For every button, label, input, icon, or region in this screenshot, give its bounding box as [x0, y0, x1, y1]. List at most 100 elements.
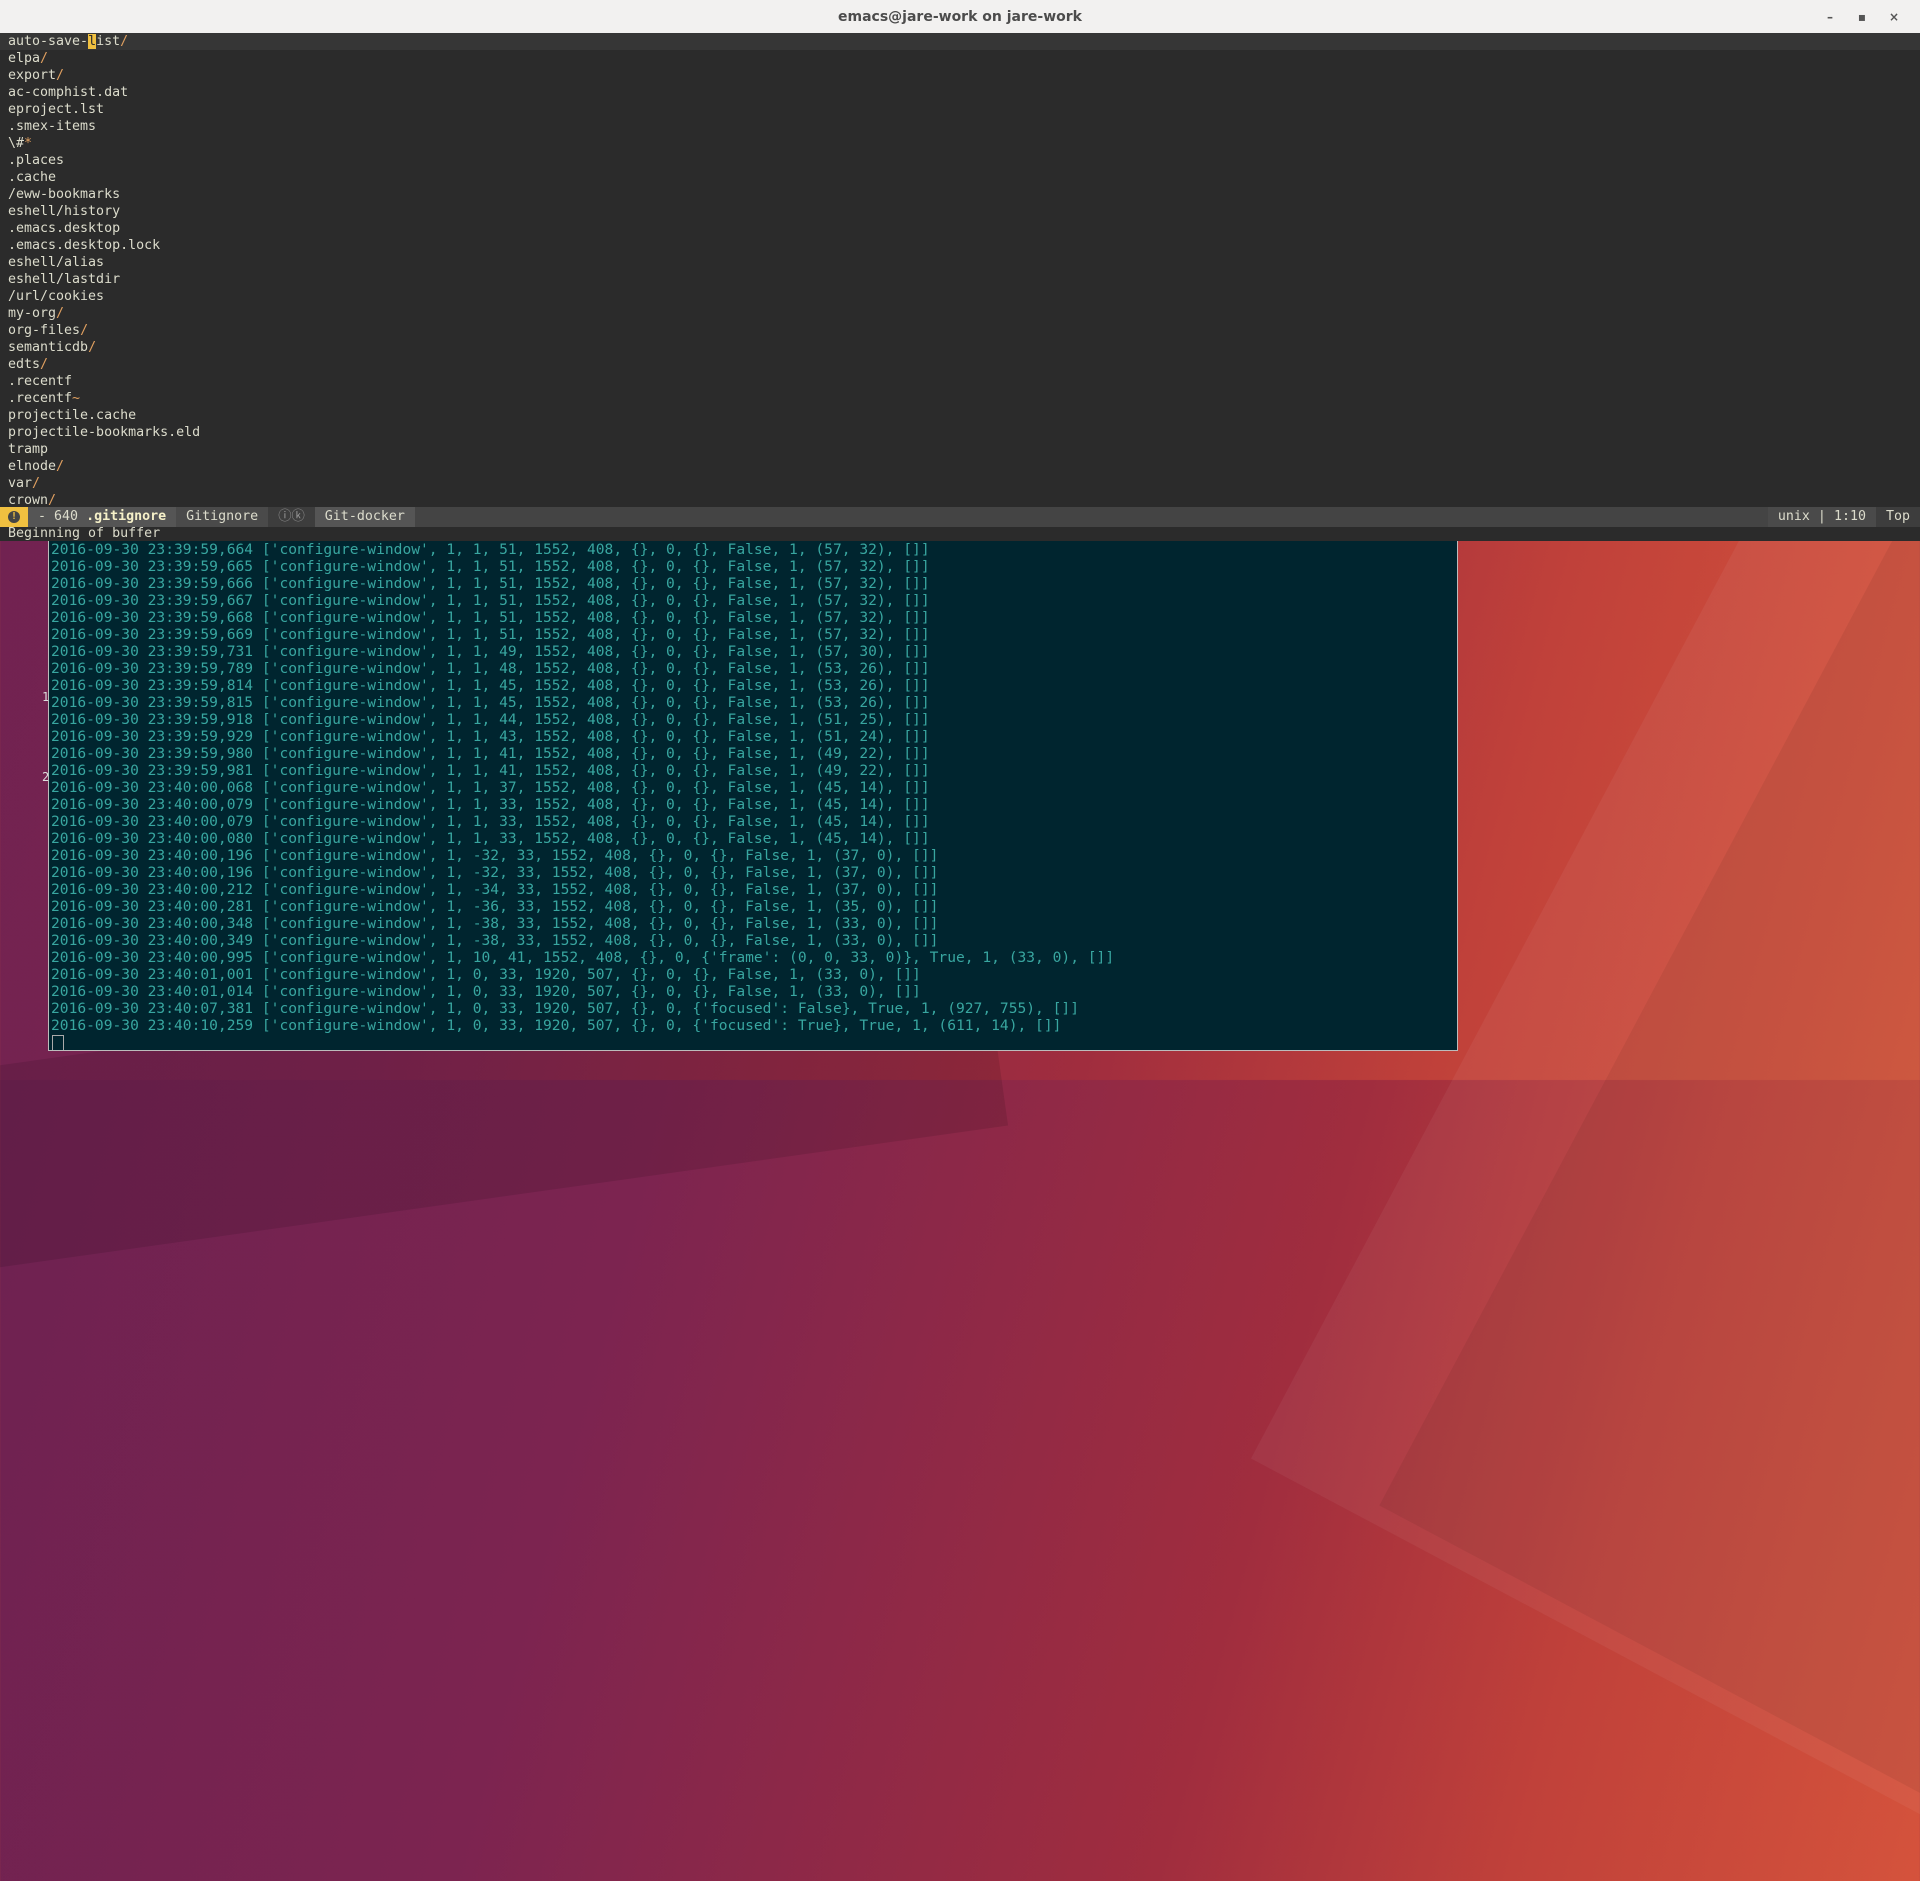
buffer-name: .gitignore	[86, 509, 167, 524]
file-name: export	[8, 68, 57, 83]
maximize-button[interactable]: ▪	[1846, 10, 1878, 24]
file-list-line[interactable]: projectile.cache	[0, 407, 1920, 424]
terminal-log-line: 2016-09-30 23:40:00,080 ['configure-wind…	[51, 830, 930, 847]
file-list-line[interactable]: export/	[0, 67, 1920, 84]
file-list-line[interactable]: .emacs.desktop.lock	[0, 237, 1920, 254]
file-suffix: /	[40, 357, 49, 372]
file-list-line[interactable]: my-org/	[0, 305, 1920, 322]
file-list-line[interactable]: /url/cookies	[0, 288, 1920, 305]
encoding-and-position: unix | 1:10	[1767, 507, 1876, 527]
terminal-log-line: 2016-09-30 23:40:00,281 ['configure-wind…	[51, 898, 939, 915]
file-list-line[interactable]: org-files/	[0, 322, 1920, 339]
file-suffix: /	[32, 476, 41, 491]
terminal-log-line: 2016-09-30 23:40:00,068 ['configure-wind…	[51, 779, 930, 796]
minimize-button[interactable]: –	[1814, 10, 1846, 24]
file-list-line[interactable]: var/	[0, 475, 1920, 492]
file-name: \#	[8, 136, 25, 151]
window-title: emacs@jare-work on jare-work	[838, 8, 1082, 25]
terminal-log-line: 2016-09-30 23:39:59,918 ['configure-wind…	[51, 711, 930, 728]
terminal-log-line: 2016-09-30 23:39:59,666 ['configure-wind…	[51, 575, 930, 592]
terminal-log-line: 2016-09-30 23:39:59,981 ['configure-wind…	[51, 762, 930, 779]
file-name: semanticdb	[8, 340, 89, 355]
terminal-log-line: 2016-09-30 23:39:59,669 ['configure-wind…	[51, 626, 930, 643]
file-suffix: /	[80, 323, 89, 338]
file-name: eproject.lst	[8, 102, 105, 117]
terminal-prompt-line[interactable]	[49, 1034, 1457, 1050]
file-list-line[interactable]: elpa/	[0, 50, 1920, 67]
file-suffix: /	[56, 306, 65, 321]
file-list-line[interactable]: eproject.lst	[0, 101, 1920, 118]
terminal-log-line: 2016-09-30 23:39:59,929 ['configure-wind…	[51, 728, 930, 745]
file-name: my-org	[8, 306, 57, 321]
file-name: .cache	[8, 170, 57, 185]
terminal-log-line: 2016-09-30 23:40:00,212 ['configure-wind…	[51, 881, 939, 898]
file-list-line[interactable]: eshell/history	[0, 203, 1920, 220]
terminal-log-line: 2016-09-30 23:40:00,995 ['configure-wind…	[51, 949, 1115, 966]
terminal-log-line: 2016-09-30 23:39:59,667 ['configure-wind…	[51, 592, 930, 609]
file-list-line[interactable]: elnode/	[0, 458, 1920, 475]
file-name: eshell/lastdir	[8, 272, 121, 287]
file-list-line[interactable]: edts/	[0, 356, 1920, 373]
wallpaper-band	[1379, 445, 1920, 1835]
mode-line-right: unix | 1:10 Top	[1767, 507, 1920, 527]
file-list-line[interactable]: tramp	[0, 441, 1920, 458]
terminal-log-line: 2016-09-30 23:40:01,001 ['configure-wind…	[51, 966, 921, 983]
file-list-line[interactable]: \#*	[0, 135, 1920, 152]
emacs-mode-line: ! - 640 .gitignore Gitignore ⓘⓚ Git-dock…	[0, 507, 1920, 527]
terminal-log-line: 2016-09-30 23:40:00,196 ['configure-wind…	[51, 847, 939, 864]
file-suffix: /	[120, 34, 129, 49]
file-name-rest: ist	[96, 34, 121, 49]
terminal-log-line: 2016-09-30 23:39:59,814 ['configure-wind…	[51, 677, 930, 694]
file-name: /url/cookies	[8, 289, 105, 304]
terminal-log-line: 2016-09-30 23:40:00,079 ['configure-wind…	[51, 796, 930, 813]
file-list-line[interactable]: eshell/lastdir	[0, 271, 1920, 288]
terminal-log-line: 2016-09-30 23:39:59,668 ['configure-wind…	[51, 609, 930, 626]
terminal-log-line: 2016-09-30 23:39:59,980 ['configure-wind…	[51, 745, 930, 762]
emacs-editor-buffer[interactable]: auto-save-list/elpa/export/ac-comphist.d…	[0, 33, 1920, 508]
file-suffix: /	[48, 493, 57, 508]
file-name: var	[8, 476, 33, 491]
terminal-log-line: 2016-09-30 23:39:59,664 ['configure-wind…	[51, 541, 930, 558]
cursor-position: 1:10	[1833, 509, 1866, 524]
terminal-window[interactable]: 2016-09-30 23:39:59,664 ['configure-wind…	[48, 541, 1458, 1051]
file-list-line[interactable]: .emacs.desktop	[0, 220, 1920, 237]
close-button[interactable]: ×	[1878, 10, 1910, 24]
minor-mode-indicators[interactable]: ⓘⓚ	[268, 507, 315, 527]
file-name: elpa	[8, 51, 41, 66]
warning-icon: !	[8, 511, 20, 523]
file-name: elnode	[8, 459, 57, 474]
file-name: /eww-bookmarks	[8, 187, 121, 202]
terminal-log-line: 2016-09-30 23:39:59,665 ['configure-wind…	[51, 558, 930, 575]
file-list-line[interactable]: projectile-bookmarks.eld	[0, 424, 1920, 441]
file-list-line[interactable]: .recentf	[0, 373, 1920, 390]
file-list-line[interactable]: .recentf~	[0, 390, 1920, 407]
file-name: org-files	[8, 323, 81, 338]
file-name: .recentf	[8, 391, 73, 406]
file-name: crown	[8, 493, 49, 508]
terminal-log-line: 2016-09-30 23:40:01,014 ['configure-wind…	[51, 983, 921, 1000]
major-mode[interactable]: Gitignore	[176, 507, 269, 527]
file-list-line[interactable]: semanticdb/	[0, 339, 1920, 356]
file-list-line[interactable]: ac-comphist.dat	[0, 84, 1920, 101]
terminal-cursor	[52, 1034, 64, 1050]
file-name: .smex-items	[8, 119, 97, 134]
file-list-line[interactable]: .cache	[0, 169, 1920, 186]
file-list-line[interactable]: auto-save-list/	[0, 33, 1920, 50]
file-list-line[interactable]: .smex-items	[0, 118, 1920, 135]
terminal-log-line: 2016-09-30 23:40:10,259 ['configure-wind…	[51, 1017, 1062, 1034]
buffer-info[interactable]: - 640 .gitignore	[28, 507, 177, 527]
file-name: .recentf	[8, 374, 73, 389]
terminal-log-line: 2016-09-30 23:40:00,196 ['configure-wind…	[51, 864, 939, 881]
vcs-branch[interactable]: Git-docker	[314, 507, 415, 527]
echo-area: Beginning of buffer	[0, 527, 1920, 541]
file-name: eshell/alias	[8, 255, 105, 270]
file-name: eshell/history	[8, 204, 121, 219]
file-name: auto-save-	[8, 34, 89, 49]
terminal-log-line: 2016-09-30 23:40:00,349 ['configure-wind…	[51, 932, 939, 949]
file-list-line[interactable]: /eww-bookmarks	[0, 186, 1920, 203]
text-cursor: l	[88, 34, 97, 49]
file-list-line[interactable]: eshell/alias	[0, 254, 1920, 271]
scroll-position: Top	[1875, 507, 1920, 527]
emacs-title-bar[interactable]: emacs@jare-work on jare-work – ▪ ×	[0, 0, 1920, 34]
file-list-line[interactable]: .places	[0, 152, 1920, 169]
